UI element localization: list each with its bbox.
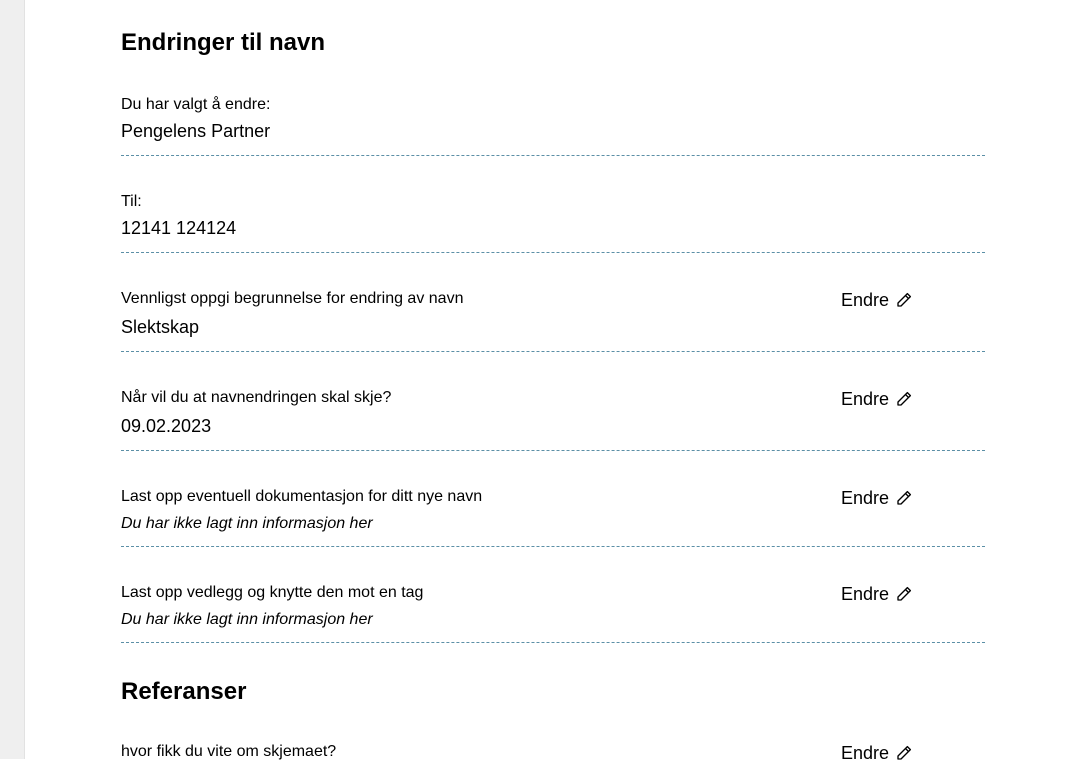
- edit-date-button[interactable]: Endre: [841, 388, 913, 410]
- summary-row-attachment: Last opp vedlegg og knytte den mot en ta…: [121, 579, 985, 643]
- edit-documentation-button[interactable]: Endre: [841, 487, 913, 509]
- row-value: Slektskap: [121, 317, 200, 337]
- edit-button-label: Endre: [841, 488, 890, 508]
- row-label: Til:: [121, 193, 142, 210]
- row-label: Vennligst oppgi begrunnelse for endring …: [121, 290, 464, 307]
- section-title-name-changes: Endringer til navn: [121, 29, 326, 56]
- edit-button-label: Endre: [841, 743, 890, 763]
- summary-row-reason: Vennligst oppgi begrunnelse for endring …: [121, 285, 985, 352]
- pencil-icon: [897, 745, 912, 760]
- section-title-references: Referanser: [121, 678, 247, 705]
- row-value: Pengelens Partner: [121, 121, 271, 141]
- row-label: Du har valgt å endre:: [121, 96, 271, 113]
- pencil-icon: [897, 391, 912, 406]
- row-label: Last opp vedlegg og knytte den mot en ta…: [121, 584, 424, 601]
- row-value-empty: Du har ikke lagt inn informasjon her: [121, 515, 373, 532]
- pencil-icon: [897, 292, 912, 307]
- edit-button-label: Endre: [841, 584, 890, 604]
- row-value: 09.02.2023: [121, 416, 212, 436]
- summary-row-date: Når vil du at navnendringen skal skje? 0…: [121, 384, 985, 451]
- summary-row-referral-source: hvor fikk du vite om skjemaet? Endre: [121, 738, 985, 778]
- summary-row-new-name: Til: 12141 124124: [121, 187, 985, 253]
- edit-button-label: Endre: [841, 389, 890, 409]
- pencil-icon: [897, 586, 912, 601]
- edit-attachment-button[interactable]: Endre: [841, 583, 913, 605]
- row-label: Når vil du at navnendringen skal skje?: [121, 389, 392, 406]
- left-gutter: [0, 0, 25, 759]
- pencil-icon: [897, 490, 912, 505]
- row-label: Last opp eventuell dokumentasjon for dit…: [121, 488, 483, 505]
- summary-row-current-name: Du har valgt å endre: Pengelens Partner: [121, 90, 985, 156]
- row-value-empty: Du har ikke lagt inn informasjon her: [121, 611, 373, 628]
- edit-button-label: Endre: [841, 290, 890, 310]
- row-label: hvor fikk du vite om skjemaet?: [121, 743, 337, 760]
- edit-reason-button[interactable]: Endre: [841, 289, 913, 311]
- edit-referral-source-button[interactable]: Endre: [841, 742, 913, 764]
- summary-row-documentation: Last opp eventuell dokumentasjon for dit…: [121, 483, 985, 547]
- row-value: 12141 124124: [121, 218, 237, 238]
